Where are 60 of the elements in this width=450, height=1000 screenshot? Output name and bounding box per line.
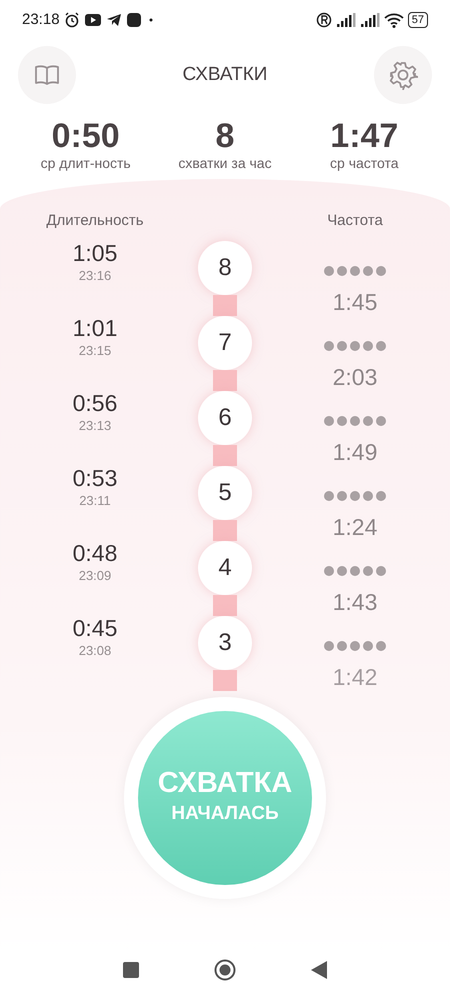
start-contraction-button[interactable]: СХВАТКА НАЧАЛАСЬ xyxy=(138,711,312,885)
stat-value: 8 xyxy=(216,118,234,156)
start-time: 23:11 xyxy=(79,492,111,510)
connector-bar xyxy=(213,594,237,616)
connector-bar xyxy=(213,294,237,316)
start-time: 23:08 xyxy=(78,642,112,660)
paper-plane-icon xyxy=(106,13,122,27)
signal-icon xyxy=(360,13,380,27)
interval-value: 2:03 xyxy=(332,362,378,392)
interval-value: 1:24 xyxy=(332,512,378,542)
contraction-number: 8 xyxy=(198,240,252,295)
contraction-number: 3 xyxy=(198,616,252,670)
duration-value: 0:53 xyxy=(72,466,118,492)
alarm-icon xyxy=(64,12,80,28)
connector-bar xyxy=(213,370,237,391)
start-time: 23:13 xyxy=(78,417,112,436)
stat-label: ср длит-ность xyxy=(40,155,132,173)
start-time: 23:09 xyxy=(78,567,112,586)
interval-value: 1:43 xyxy=(332,588,378,617)
duration-value: 1:05 xyxy=(72,240,118,266)
duration-value: 0:48 xyxy=(72,540,118,566)
back-icon[interactable] xyxy=(311,961,327,979)
dots-icon xyxy=(323,490,387,502)
home-icon[interactable] xyxy=(214,959,236,981)
contraction-number: 5 xyxy=(198,466,252,520)
start-time: 23:16 xyxy=(78,267,112,286)
screen-title: СХВАТКИ xyxy=(182,62,268,87)
dots-icon xyxy=(323,264,387,277)
app-icon xyxy=(126,12,142,28)
wifi-icon xyxy=(384,12,404,28)
connector-bar xyxy=(213,520,237,541)
settings-icon xyxy=(388,60,418,90)
contraction-number: 4 xyxy=(198,540,252,595)
connector-bar xyxy=(213,670,237,691)
duration-value: 0:56 xyxy=(72,390,118,416)
status-time: 23:18 xyxy=(22,10,60,30)
book-icon xyxy=(34,64,60,86)
contraction-number: 7 xyxy=(198,316,252,370)
battery-icon: 57 xyxy=(408,12,428,28)
column-header: Длительность xyxy=(46,212,144,229)
contraction-number: 6 xyxy=(198,390,252,445)
interval-value: 1:49 xyxy=(332,438,378,467)
dots-icon xyxy=(323,340,387,352)
dots-icon xyxy=(323,414,387,427)
signal-icon xyxy=(336,13,356,27)
stat-label: ср частота xyxy=(329,155,400,173)
column-header: Частота xyxy=(327,212,383,229)
interval-value: 1:45 xyxy=(332,288,378,317)
duration-value: 0:45 xyxy=(72,616,118,642)
video-icon xyxy=(84,13,102,27)
stat-label: схватки за час xyxy=(177,155,273,173)
registered-icon xyxy=(316,12,332,28)
stat-value: 0:50 xyxy=(52,118,120,156)
dots-icon xyxy=(323,564,387,577)
start-time: 23:15 xyxy=(78,342,112,360)
interval-value: 1:42 xyxy=(332,662,378,692)
connector-bar xyxy=(213,444,237,466)
dots-icon xyxy=(323,640,387,652)
stat-value: 1:47 xyxy=(330,118,398,156)
duration-value: 1:01 xyxy=(72,316,118,342)
